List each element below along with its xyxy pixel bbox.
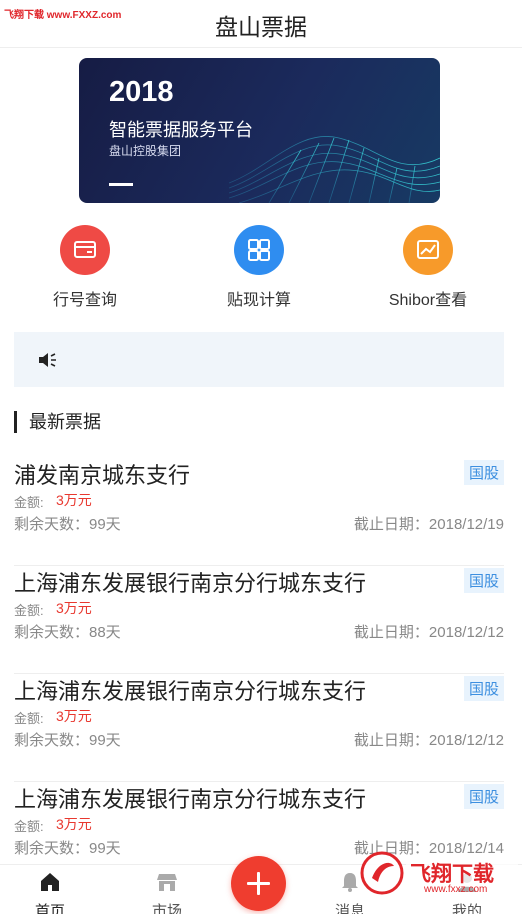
remaining-days: 剩余天数：99天	[14, 840, 121, 857]
amount-label: 金额:	[14, 495, 44, 510]
bank-name: 上海浦东发展银行南京分行城东支行	[14, 679, 367, 704]
list-item[interactable]: 上海浦东发展银行南京分行城东支行 国股 金额: 3万元 剩余天数：88天 截止日…	[14, 566, 504, 674]
quick-action-label: Shibor查看	[388, 292, 468, 309]
store-icon	[157, 874, 177, 891]
amount-label: 金额:	[14, 819, 44, 834]
tab-market[interactable]: 市场	[127, 865, 207, 914]
watermark-logo: 飞翔下载 www.fxxz.com	[360, 848, 520, 898]
tab-label: 首页	[34, 903, 65, 914]
amount-value: 3万元	[56, 816, 92, 832]
deadline-date: 截止日期：2018/12/12	[353, 624, 504, 641]
banner-title: 智能票据服务平台	[109, 120, 253, 140]
quick-action-discount-calc[interactable]: 贴现计算	[174, 225, 344, 310]
header: 盘山票据	[0, 0, 522, 48]
wave-mesh-graphic	[229, 136, 440, 203]
quick-action-label: 贴现计算	[226, 292, 291, 309]
quick-action-shibor[interactable]: Shibor查看	[343, 225, 513, 310]
bank-name: 上海浦东发展银行南京分行城东支行	[14, 571, 367, 596]
banner-subtitle: 盘山控股集团	[109, 144, 182, 158]
chart-icon	[403, 225, 453, 275]
quick-action-label: 行号查询	[52, 292, 117, 309]
remaining-days: 剩余天数：99天	[14, 516, 121, 533]
tab-home[interactable]: 首页	[10, 865, 90, 914]
tab-label: 消息	[334, 903, 365, 914]
banner-indicator	[109, 183, 133, 186]
amount-value: 3万元	[56, 492, 92, 508]
speaker-icon	[39, 353, 56, 367]
home-icon	[41, 873, 59, 891]
banner-year: 2018	[109, 76, 174, 108]
remaining-days: 剩余天数：99天	[14, 732, 121, 749]
tab-label: 我的	[451, 903, 482, 914]
bell-icon	[342, 873, 358, 892]
watermark-url: www.fxxz.com	[424, 884, 488, 895]
amount-label: 金额:	[14, 603, 44, 618]
bill-type-badge: 国股	[463, 568, 504, 593]
quick-action-bank-code[interactable]: 行号查询	[0, 225, 170, 310]
bill-type-badge: 国股	[463, 460, 504, 485]
bill-type-badge: 国股	[463, 784, 504, 809]
add-bill-button[interactable]	[231, 856, 286, 911]
amount-label: 金额:	[14, 711, 44, 726]
page-title: 盘山票据	[215, 14, 307, 40]
deadline-date: 截止日期：2018/12/19	[353, 516, 504, 533]
bill-type-badge: 国股	[463, 676, 504, 701]
section-title: 最新票据	[14, 411, 101, 433]
list-item[interactable]: 浦发南京城东支行 国股 金额: 3万元 剩余天数：99天 截止日期：2018/1…	[14, 458, 504, 566]
bank-name: 浦发南京城东支行	[14, 463, 191, 488]
promo-banner[interactable]: 2018 智能票据服务平台 盘山控股集团	[79, 58, 440, 203]
deadline-date: 截止日期：2018/12/12	[353, 732, 504, 749]
calculator-icon	[234, 225, 284, 275]
bank-name: 上海浦东发展银行南京分行城东支行	[14, 787, 367, 812]
amount-value: 3万元	[56, 708, 92, 724]
amount-value: 3万元	[56, 600, 92, 616]
notice-bar[interactable]	[14, 332, 504, 387]
card-icon	[60, 225, 110, 275]
remaining-days: 剩余天数：88天	[14, 624, 121, 641]
tab-label: 市场	[151, 903, 182, 914]
list-item[interactable]: 上海浦东发展银行南京分行城东支行 国股 金额: 3万元 剩余天数：99天 截止日…	[14, 674, 504, 782]
